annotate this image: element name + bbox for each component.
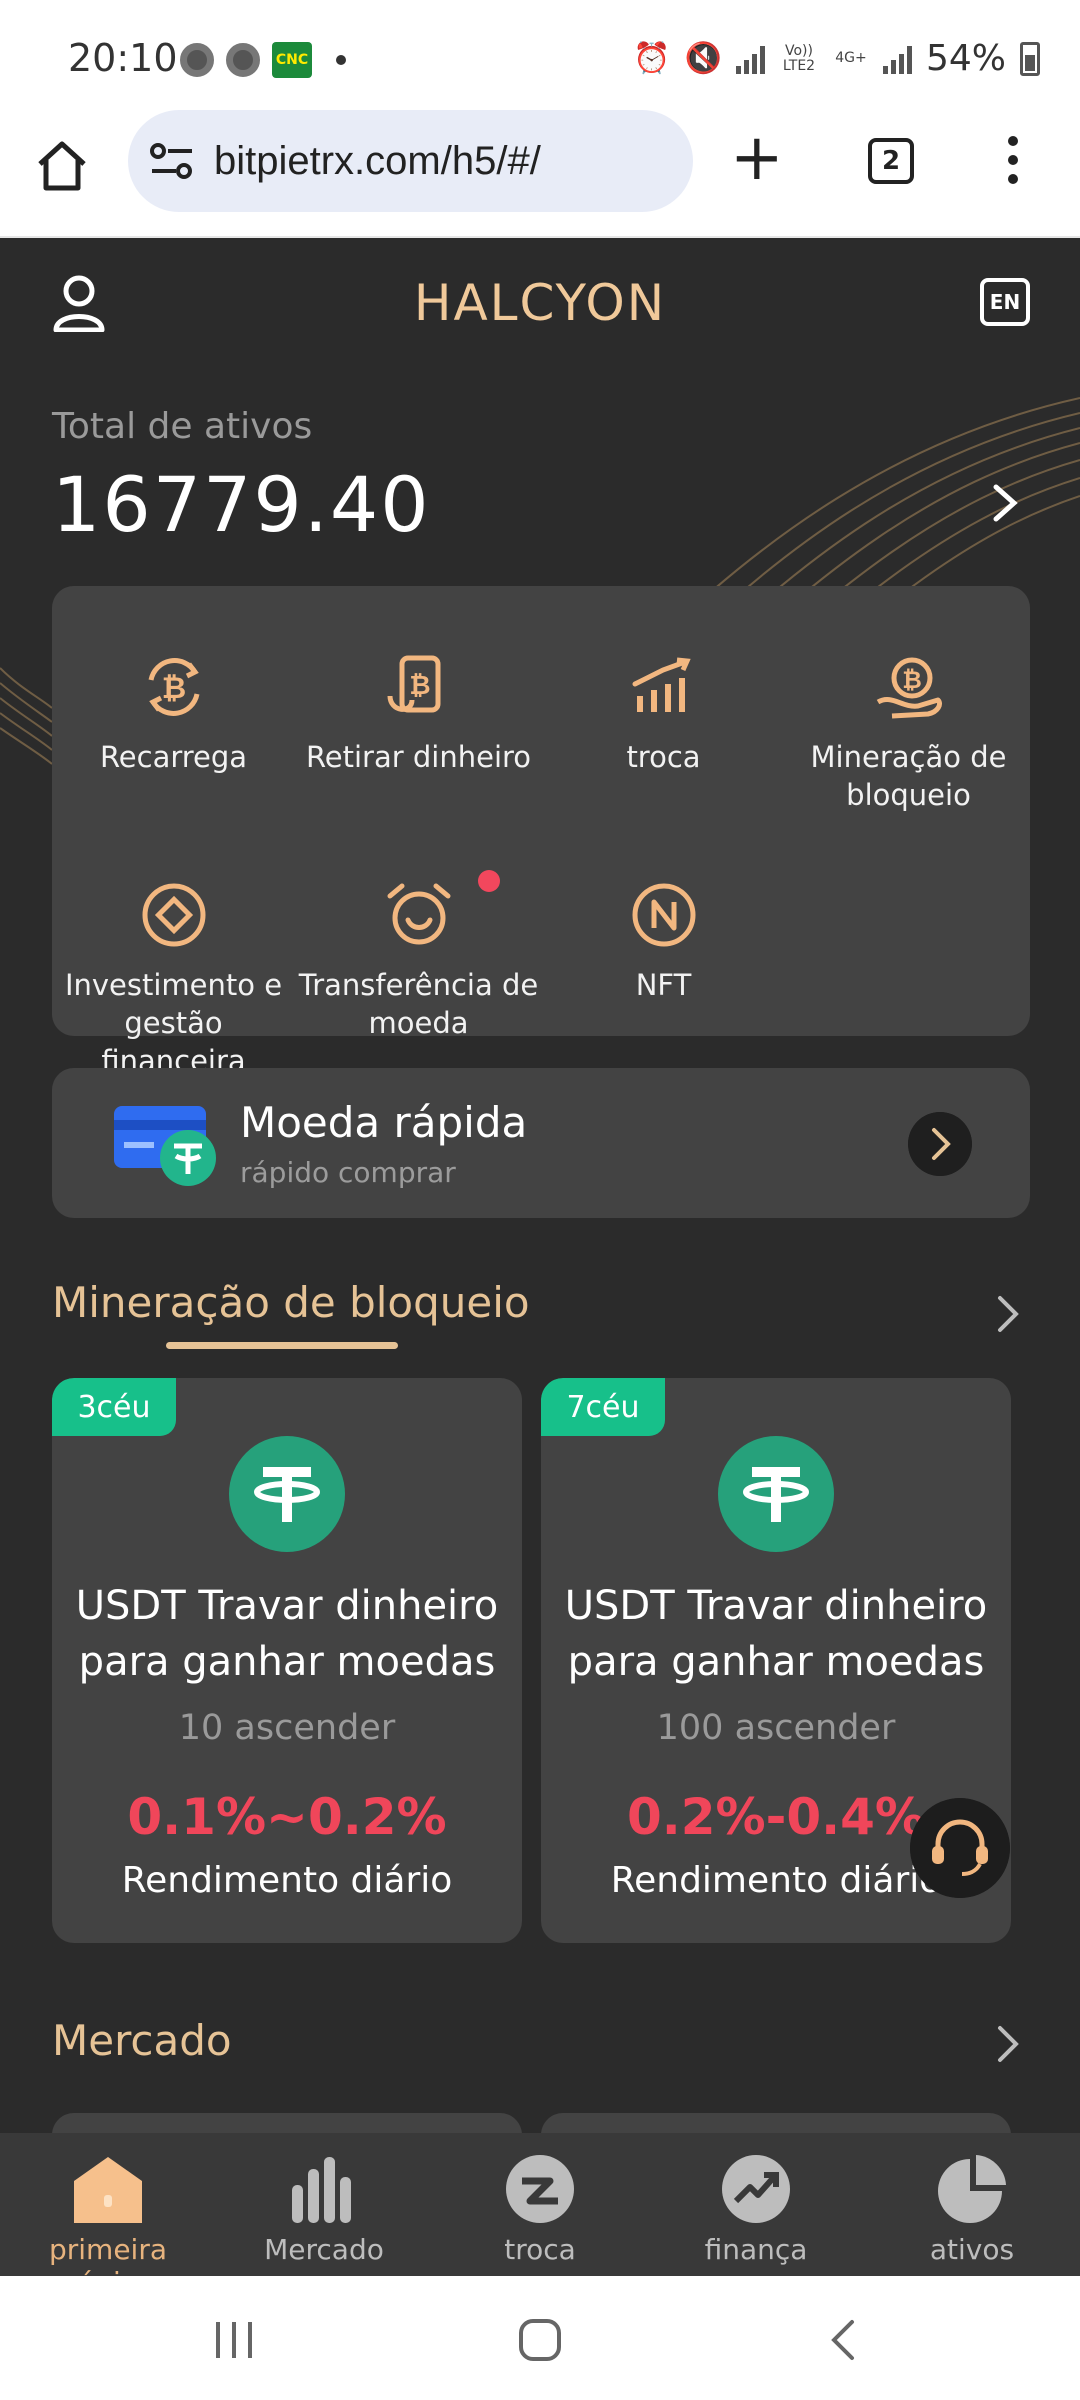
bottom-navigation: primeira página Mercado troca finança at… (0, 2133, 1080, 2299)
nav-market[interactable]: Mercado (216, 2151, 432, 2266)
quick-action-label: Transferência de moeda (298, 968, 539, 1040)
site-settings-icon[interactable] (148, 141, 196, 181)
btc-wallet-icon: ₿ (387, 655, 440, 713)
nft-icon (632, 883, 695, 947)
fast-coin-subtitle: rápido comprar (240, 1156, 456, 1189)
notification-icons: CNC (180, 42, 346, 78)
app-header: HALCYON EN (0, 238, 1080, 368)
product-tag: 3céu (52, 1378, 176, 1436)
product-title: USDT Travar dinheiro para ganhar moedas (75, 1583, 499, 1685)
battery-percent: 54% (925, 38, 1006, 79)
product-title: USDT Travar dinheiro para ganhar moedas (564, 1583, 988, 1685)
nav-label: troca (504, 2233, 576, 2266)
quick-action-investment[interactable]: Investimento e gestão financeira (51, 878, 296, 1080)
cnc-app-icon: CNC (272, 42, 312, 78)
quick-action-label: Investimento e gestão financeira (64, 968, 283, 1078)
fast-coin-card[interactable]: Moeda rápida rápido comprar (52, 1068, 1030, 1218)
pie-chart-icon (938, 2155, 1006, 2223)
more-notifications-dot (336, 55, 346, 65)
status-time: 20:10 (68, 36, 178, 80)
network-label: Vo)) LTE2 (782, 42, 816, 74)
market-card[interactable] (541, 2113, 1011, 2133)
app-title: HALCYON (413, 274, 667, 332)
address-bar[interactable]: bitpietrx.com/h5/#/ (128, 110, 693, 212)
total-assets-label: Total de ativos (52, 406, 313, 447)
btc-refresh-icon: ₿ (148, 658, 199, 716)
mining-product-card[interactable]: 3céu USDT Travar dinheiro para ganhar mo… (52, 1378, 522, 1943)
customer-support-icon[interactable] (910, 1798, 1010, 1898)
product-min-amount: 100 ascender (656, 1708, 896, 1748)
fast-coin-title: Moeda rápida (240, 1098, 528, 1147)
home-icon (74, 2157, 142, 2223)
signal-icon (735, 44, 765, 74)
quick-action-nft[interactable]: NFT (541, 878, 786, 1004)
exchange-icon (506, 2155, 574, 2223)
target-icon (142, 883, 205, 947)
nav-exchange[interactable]: troca (432, 2151, 648, 2266)
quick-action-withdraw[interactable]: ₿ Retirar dinheiro (296, 650, 541, 776)
home-nav-icon[interactable] (515, 2316, 565, 2364)
quick-action-label: Retirar dinheiro (305, 740, 532, 774)
market-section-title: Mercado (52, 2016, 232, 2065)
nav-label: Mercado (264, 2233, 384, 2266)
system-navigation-bar (0, 2276, 1080, 2400)
alarm-icon: ⏰ (633, 41, 671, 76)
trend-up-icon (722, 2155, 790, 2223)
home-icon[interactable] (32, 136, 92, 196)
quick-action-label: Recarrega (99, 740, 248, 774)
nav-finance[interactable]: finança (648, 2151, 864, 2266)
chevron-right-icon[interactable] (990, 483, 1020, 523)
app-page: HALCYON EN Total de ativos 16779.40 ₿ Re… (0, 238, 1080, 2133)
tether-icon (718, 1436, 834, 1552)
url-text: bitpietrx.com/h5/#/ (214, 138, 541, 183)
quick-action-label: NFT (635, 968, 692, 1002)
browser-toolbar: bitpietrx.com/h5/#/ + 2 (0, 110, 1080, 238)
product-tag: 7céu (541, 1378, 665, 1436)
product-daily-rate: 0.1%~0.2% (127, 1788, 447, 1846)
language-switch-button[interactable]: EN (980, 278, 1030, 326)
recent-apps-icon[interactable] (210, 2316, 260, 2364)
signal-icon (882, 44, 912, 74)
back-icon[interactable] (820, 2316, 870, 2364)
card-tether-icon (114, 1106, 216, 1186)
svg-text:₿: ₿ (161, 671, 185, 706)
alarm-clock-icon (387, 883, 450, 945)
browser-menu-icon[interactable] (1008, 136, 1020, 192)
svg-text:₿: ₿ (409, 671, 430, 701)
nav-label: finança (704, 2233, 808, 2266)
market-card[interactable] (52, 2113, 522, 2133)
nav-assets[interactable]: ativos (864, 2151, 1080, 2266)
chevron-right-icon[interactable] (908, 1112, 972, 1176)
chrome-icon (226, 43, 260, 77)
system-status-icons: ⏰ 🔇 Vo)) LTE2 4G+ 54% (633, 38, 1040, 79)
quick-action-transfer[interactable]: Transferência de moeda (296, 878, 541, 1042)
product-rate-label: Rendimento diário (121, 1860, 453, 1901)
quick-action-recharge[interactable]: ₿ Recarrega (51, 650, 296, 776)
battery-icon (1020, 41, 1040, 76)
tether-icon (229, 1436, 345, 1552)
quick-action-label: Mineração de bloqueio (810, 740, 1007, 812)
network-label: 4G+ (835, 50, 867, 66)
chart-bars-icon (632, 657, 691, 712)
notification-dot (478, 870, 500, 892)
new-tab-button[interactable]: + (730, 126, 784, 190)
quick-action-label: troca (626, 740, 701, 774)
mute-icon: 🔇 (684, 41, 722, 76)
total-assets-value: 16779.40 (52, 460, 431, 549)
quick-action-exchange[interactable]: troca (541, 650, 786, 776)
chrome-icon (180, 43, 214, 77)
svg-text:₿: ₿ (902, 666, 922, 694)
product-min-amount: 10 ascender (178, 1708, 396, 1748)
tab-switcher-button[interactable]: 2 (868, 138, 914, 184)
chevron-right-icon[interactable] (994, 1294, 1022, 1334)
nav-label: ativos (929, 2233, 1015, 2266)
btc-hand-icon: ₿ (876, 657, 942, 719)
status-bar: 20:10 CNC ⏰ 🔇 Vo)) LTE2 4G+ 54% (0, 0, 1080, 120)
quick-action-lock-mining[interactable]: ₿ Mineração de bloqueio (786, 650, 1031, 814)
chevron-right-icon[interactable] (994, 2024, 1022, 2064)
mining-section-title: Mineração de bloqueio (52, 1278, 530, 1327)
section-underline (166, 1342, 398, 1349)
bar-chart-icon (292, 2157, 351, 2223)
